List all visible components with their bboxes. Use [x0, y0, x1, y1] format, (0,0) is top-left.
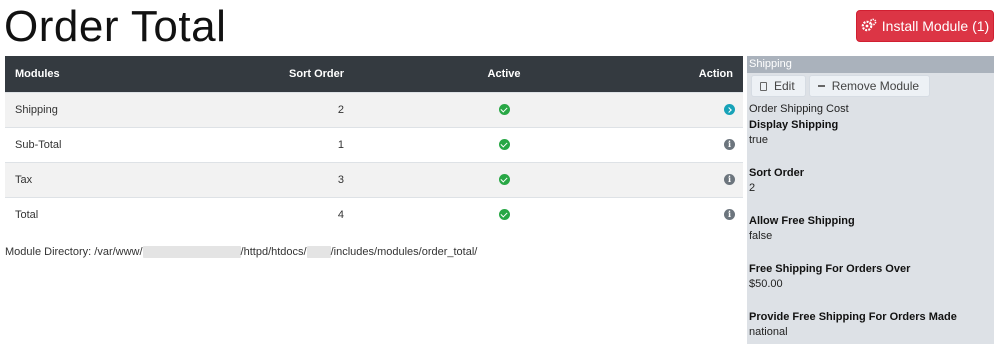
module-sort-order: 4 — [114, 196, 355, 232]
setting-item: Free Shipping For Orders Over $50.00 — [749, 263, 994, 307]
setting-label: Provide Free Shipping For Orders Made — [749, 311, 957, 323]
setting-label: Allow Free Shipping — [749, 215, 855, 227]
info-circle-icon[interactable]: i — [724, 174, 735, 186]
header-sort-order[interactable]: Sort Order — [114, 56, 354, 92]
panel-actions: Edit Remove Module — [751, 75, 994, 97]
modules-table: Modules Sort Order Active Action Shippin… — [5, 56, 743, 232]
remove-module-label: Remove Module — [831, 79, 920, 93]
directory-path-part: /httpd/htdocs/ — [240, 246, 307, 258]
module-name: Shipping — [5, 91, 115, 127]
edit-label: Edit — [774, 79, 795, 93]
setting-label: Sort Order — [749, 167, 805, 179]
setting-label: Free Shipping For Orders Over — [749, 263, 911, 275]
file-icon — [760, 81, 767, 91]
module-name: Tax — [5, 161, 115, 197]
setting-value: true — [749, 134, 768, 146]
header-modules[interactable]: Modules — [5, 56, 114, 92]
setting-item: Display Shipping true — [749, 119, 994, 163]
setting-value: $50.00 — [749, 278, 783, 290]
cogs-icon — [861, 18, 877, 35]
setting-item: Provide Free Shipping For Orders Made na… — [749, 311, 994, 344]
table-row[interactable]: Tax 3 i — [5, 161, 743, 197]
module-directory: Module Directory: /var/www/ /httpd/htdocs… — [5, 246, 477, 258]
module-sort-order: 1 — [114, 126, 355, 162]
info-circle-icon[interactable]: i — [724, 209, 735, 221]
table-row[interactable]: Shipping 2 — [5, 91, 743, 127]
panel-heading: Shipping — [747, 56, 994, 73]
header-active[interactable]: Active — [354, 56, 654, 92]
setting-item: Allow Free Shipping false — [749, 215, 994, 259]
redacted-block — [142, 246, 241, 258]
panel-description: Order Shipping Cost — [749, 103, 849, 115]
directory-path-part: /includes/modules/order_total/ — [330, 246, 478, 258]
directory-path-part: /var/www/ — [94, 246, 143, 258]
remove-module-button[interactable]: Remove Module — [808, 75, 931, 97]
module-name: Sub-Total — [5, 126, 115, 162]
table-row[interactable]: Sub-Total 1 i — [5, 126, 743, 162]
setting-label: Display Shipping — [749, 119, 839, 131]
redacted-block — [306, 246, 331, 258]
header-action: Action — [698, 67, 733, 80]
install-module-label: Install Module (1) — [881, 18, 990, 34]
module-info-panel: Shipping Edit Remove Module Order Shippi… — [747, 56, 994, 344]
setting-value: 2 — [749, 182, 756, 194]
minus-icon — [817, 85, 825, 87]
table-header-row: Modules Sort Order Active Action — [5, 56, 743, 92]
edit-button[interactable]: Edit — [751, 75, 806, 97]
module-sort-order: 3 — [114, 161, 355, 197]
module-sort-order: 2 — [114, 91, 355, 127]
check-circle-icon — [498, 209, 510, 221]
chevron-right-circle-icon[interactable] — [724, 104, 735, 116]
install-module-button[interactable]: Install Module (1) — [856, 10, 994, 42]
page-title: Order Total — [4, 2, 227, 51]
info-circle-icon[interactable]: i — [724, 139, 735, 151]
setting-value: false — [749, 230, 773, 242]
check-circle-icon — [498, 104, 510, 116]
check-circle-icon — [498, 139, 510, 151]
table-row[interactable]: Total 4 i — [5, 196, 743, 232]
setting-item: Sort Order 2 — [749, 167, 994, 211]
setting-value: national — [749, 326, 788, 338]
check-circle-icon — [498, 174, 510, 186]
module-directory-label: Module Directory: — [5, 246, 92, 258]
module-name: Total — [5, 196, 115, 232]
